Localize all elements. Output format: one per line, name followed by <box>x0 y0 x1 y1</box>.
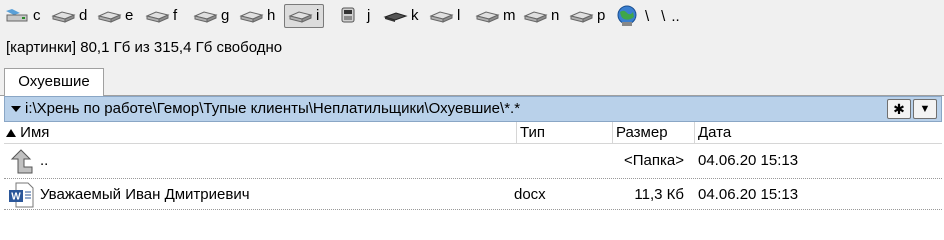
drive-icon <box>6 9 28 22</box>
network-globe-icon[interactable] <box>615 5 639 27</box>
file-date: 04.06.20 15:13 <box>698 186 799 203</box>
drive-icon <box>145 11 170 23</box>
drive-button-g[interactable]: g <box>192 4 229 28</box>
drive-button-m[interactable]: m <box>474 4 516 28</box>
drive-button-l[interactable]: l <box>428 4 460 28</box>
drive-icon <box>383 12 408 22</box>
column-header-size[interactable]: Размер <box>612 122 694 144</box>
root-dir-button[interactable]: \ <box>645 8 649 25</box>
drive-button-i[interactable]: i <box>284 4 325 28</box>
history-dropdown-button[interactable]: ▼ <box>913 99 937 119</box>
usb-drive-icon <box>341 7 355 23</box>
drive-icon <box>239 11 264 23</box>
network-group: \ \ .. <box>615 5 680 27</box>
drive-status-bar: [картинки] 80,1 Гб из 315,4 Гб свободно <box>0 34 944 62</box>
tab-strip: Охуевшие <box>0 62 944 96</box>
drive-label: k <box>411 7 419 24</box>
column-header-name[interactable]: Имя <box>6 122 516 144</box>
drive-icon <box>429 11 454 23</box>
drive-icon <box>51 11 76 23</box>
file-type: docx <box>514 186 546 203</box>
chevron-down-icon[interactable] <box>11 106 21 112</box>
drive-label: g <box>221 7 230 24</box>
path-bar[interactable]: i:\Хрень по работе\Гемор\Тупые клиенты\Н… <box>4 96 942 122</box>
drive-label: i <box>316 7 320 24</box>
drive-label: c <box>33 7 41 24</box>
drive-button-k[interactable]: k <box>382 4 419 28</box>
file-name: .. <box>40 152 49 169</box>
drive-icon <box>97 11 122 23</box>
drive-button-h[interactable]: h <box>238 4 275 28</box>
parent-dir-button[interactable]: .. <box>671 8 679 25</box>
drive-button-d[interactable]: d <box>50 4 87 28</box>
drive-label: l <box>457 7 461 24</box>
drive-label: d <box>79 7 88 24</box>
tab-current-folder[interactable]: Охуевшие <box>4 68 104 96</box>
drive-label: j <box>367 7 371 24</box>
drive-button-p[interactable]: p <box>568 4 605 28</box>
drive-icon <box>193 11 218 23</box>
root-dir-button-2[interactable]: \ <box>661 8 665 25</box>
drive-button-n[interactable]: n <box>522 4 559 28</box>
drive-icon <box>569 11 594 23</box>
file-name: Уважаемый Иван Дмитриевич <box>40 186 250 203</box>
free-space-text: [картинки] 80,1 Гб из 315,4 Гб свободно <box>6 39 283 56</box>
svg-text:W: W <box>11 192 21 203</box>
drive-button-f[interactable]: f <box>144 4 177 28</box>
column-name-label: Имя <box>20 124 50 141</box>
column-header-date[interactable]: Дата <box>694 122 942 144</box>
drive-label: n <box>551 7 560 24</box>
drive-icon <box>475 11 500 23</box>
file-row[interactable]: W Уважаемый Иван Дмитриевич docx 11,3 Кб… <box>4 178 942 210</box>
file-date: 04.06.20 15:13 <box>698 152 799 169</box>
drive-button-j[interactable]: j <box>338 4 370 28</box>
current-path: i:\Хрень по работе\Гемор\Тупые клиенты\Н… <box>25 100 521 117</box>
file-row-parent[interactable]: .. <Папка> 04.06.20 15:13 <box>4 145 942 177</box>
file-size: 11,3 Кб <box>634 186 684 203</box>
word-document-icon: W <box>9 182 34 208</box>
drive-label: m <box>503 7 516 24</box>
file-size: <Папка> <box>624 152 684 169</box>
drive-label: h <box>267 7 276 24</box>
drive-icon <box>288 11 313 23</box>
sort-asc-icon <box>6 129 16 138</box>
drive-icon <box>523 11 548 23</box>
file-list-header: Имя Тип Размер Дата <box>4 122 942 144</box>
drive-label: e <box>125 7 134 24</box>
column-header-type[interactable]: Тип <box>516 122 612 144</box>
up-arrow-icon <box>10 149 33 174</box>
drive-label: f <box>173 7 178 24</box>
favorites-button[interactable]: ✱ <box>887 99 911 119</box>
drive-label: p <box>597 7 606 24</box>
drive-button-c[interactable]: c <box>4 4 41 28</box>
drive-button-e[interactable]: e <box>96 4 133 28</box>
drive-toolbar: c d e f g h i j k l m n p \ \ .. <box>0 0 944 34</box>
